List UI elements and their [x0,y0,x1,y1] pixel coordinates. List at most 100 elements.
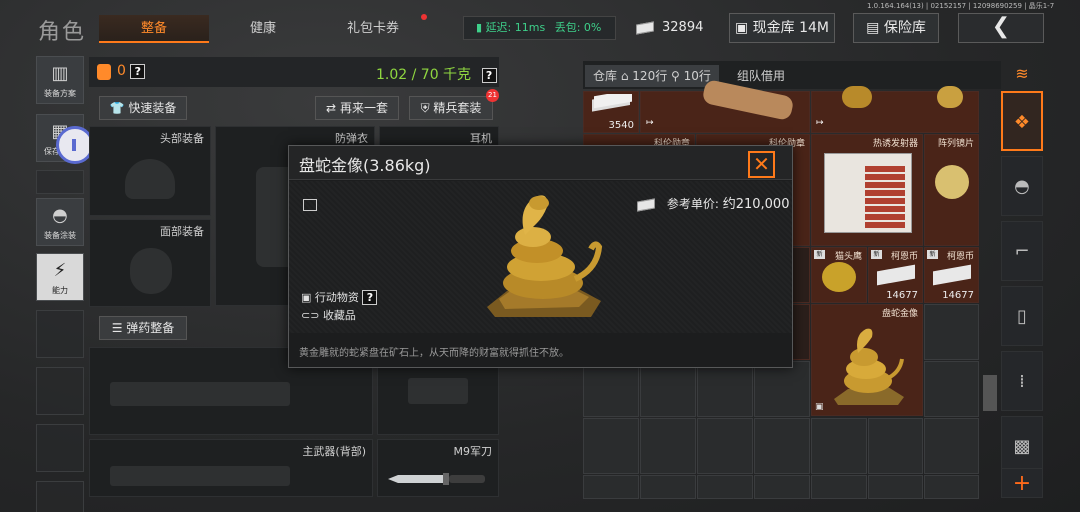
help-icon[interactable]: ? [130,64,146,79]
sidebar-empty-slot [36,424,84,472]
category-magazine[interactable]: ▯ [1001,286,1043,346]
back-weapon-label: 主武器(背部) [302,445,366,458]
grid-cell-empty[interactable] [697,418,753,474]
add-category-button[interactable]: + [1001,468,1043,498]
grid-item-cash[interactable]: 3540 [583,91,639,133]
tab-health[interactable]: 健康 [210,15,316,43]
back-weapon-slot[interactable]: 主武器(背部) [89,439,373,497]
grid-item-coin[interactable]: 新 柯恩币 14677 [924,247,979,303]
serpent-statue-image [487,195,603,317]
helmet-icon: ◓ [52,205,68,226]
quick-equip-button[interactable]: 👕 快速装备 [99,96,187,120]
face-slot[interactable]: 面部装备 [89,219,211,307]
new-tag: 新 [871,250,882,259]
new-tag: 新 [927,250,938,259]
sidebar-item-skin[interactable]: ◓ 装备涂装 [36,198,84,246]
grid-cell-empty[interactable] [811,418,867,474]
ref-price-value: 约210,000 [722,197,790,212]
tab-storage[interactable]: 仓库 ⌂ 120行 ⚲ 10行 [585,65,719,87]
elite-badge: 21 [486,89,499,102]
head-slot[interactable]: 头部装备 [89,126,211,216]
ammo-icon: ☰ [111,321,123,335]
again-set-button[interactable]: ⇄ 再来一套 [315,96,399,120]
close-button[interactable]: ✕ [748,151,775,178]
network-status: ▮ 延迟: 11ms 丢包: 0% [463,16,616,40]
equipment-header: 0 ? 1.02 / 70 千克 ? [89,57,499,87]
grid-cell-empty[interactable] [640,418,696,474]
cash-stack-icon [933,264,971,286]
box-icon: ▣ [301,291,312,304]
warehouse-tabs: 仓库 ⌂ 120行 ⚲ 10行 组队借用 [583,61,1001,89]
grid-item-lens[interactable]: 阵列镜片 [924,134,979,246]
grid-cell-empty[interactable] [640,361,696,417]
grid-cell-empty[interactable] [697,361,753,417]
item-label: 热诱发射器 [872,139,918,149]
grid-cell-empty[interactable] [924,304,979,360]
back-button[interactable]: ❮ [958,13,1044,43]
grid-cell-empty[interactable] [868,475,923,499]
ammo-button[interactable]: ☰ 弹药整备 [99,316,187,340]
grid-item-flare-launcher[interactable]: 热诱发射器 [811,134,923,246]
grid-cell-empty[interactable] [640,475,696,499]
warehouse-scrollbar[interactable] [983,375,997,411]
grid-item-owl[interactable]: 新 猫头鹰 [811,247,867,303]
sidebar-item-loadout-plan[interactable]: ▥ 装备方案 [36,56,84,104]
grid-cell-empty[interactable] [583,418,639,474]
gold-item-icon [842,86,872,108]
category-ammo[interactable]: ⁞ [1001,351,1043,411]
page-title: 角色 [38,20,87,45]
tab-team-borrow[interactable]: 组队借用 [737,65,785,87]
item-label: 阵列镜片 [937,139,974,149]
grid-cell-empty[interactable] [583,361,639,417]
link-icon: ⚲ [671,69,680,83]
tab-gift-cards[interactable]: 礼包卡券 [318,15,428,43]
tab-loadout[interactable]: 整备 [99,15,209,43]
cash-vault-button[interactable]: ▣ 现金库 14M [729,13,835,43]
notification-dot [421,14,427,20]
category-rifle[interactable]: ⌐ [1001,221,1043,281]
count-value: 0 [117,63,126,79]
backpack-icon [97,64,111,80]
grid-item-gold[interactable]: ↦ [811,86,979,133]
category-misc[interactable]: ▩ [1001,416,1043,476]
weight-help-icon[interactable]: ? [481,68,497,83]
sidebar-empty-slot [36,367,84,415]
category-helmet[interactable]: ◓ [1001,156,1043,216]
sidebar-label: 装备方案 [44,89,76,98]
sidebar-label: 装备涂装 [44,231,76,240]
safe-box-button[interactable]: ▤ 保险库 [853,13,939,43]
vest-icon: ▥ [51,63,69,84]
currency-display: 32894 [636,16,720,40]
grid-cell-empty[interactable] [868,418,923,474]
weight-display: 1.02 / 70 千克 ? [376,64,497,84]
quick-equip-label: 快速装备 [128,101,177,115]
shield-icon: ⛨ [420,101,430,115]
grid-item-serpent-statue[interactable]: 盘蛇金像 ▣ [811,304,923,416]
grid-cell-empty[interactable] [754,361,810,417]
help-icon[interactable]: ? [362,290,378,305]
reference-price: 参考单价: 约210,000 [637,193,789,212]
grid-cell-empty[interactable] [924,418,979,474]
sidebar-item-ability[interactable]: ⚡ 能力 [36,253,84,301]
knife-slot[interactable]: M9军刀 [377,439,499,497]
category-column: ❖ ◓ ⌐ ▯ ⁞ ▩ + [1001,58,1043,498]
grid-cell-empty[interactable] [583,475,639,499]
rows2-label: 10行 [683,69,711,83]
item-description: 黄金雕就的蛇紧盘在矿石上，从天而降的财富就得抓住不放。 [299,348,569,359]
sidebar-label: 能力 [52,286,68,295]
grid-cell-empty[interactable] [924,475,979,499]
grid-cell-empty[interactable] [754,475,810,499]
cash-stack-icon [877,264,915,286]
grid-cell-empty[interactable] [924,361,979,417]
grid-item-coin[interactable]: 新 柯恩币 14677 [868,247,923,303]
box-icon: ▣ [815,402,824,412]
share-icon[interactable] [303,199,317,211]
launcher-box-icon [824,153,912,233]
grid-cell-empty[interactable] [811,475,867,499]
grid-item-artifact[interactable]: ↦ [640,78,810,133]
grid-cell-empty[interactable] [697,475,753,499]
elite-set-button[interactable]: ⛨ 精兵套装 21 [409,89,499,120]
category-all[interactable]: ❖ [1001,91,1043,151]
tag-collectible: ⊂⊃ 收藏品 [301,307,356,323]
grid-cell-empty[interactable] [754,418,810,474]
